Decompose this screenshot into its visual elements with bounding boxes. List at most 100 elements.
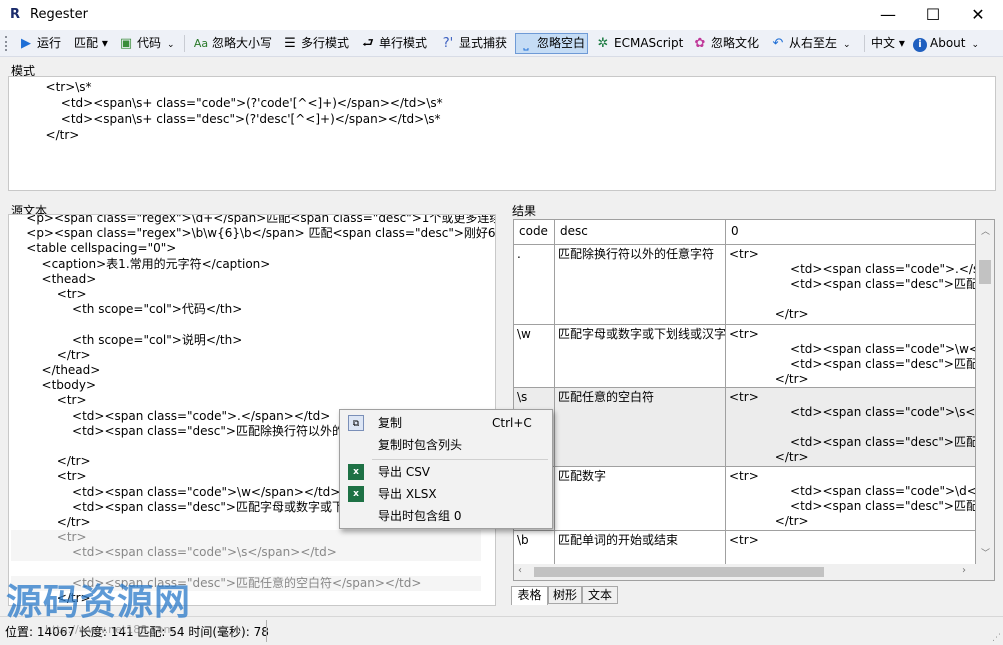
maximize-button[interactable]: ☐ (910, 0, 956, 30)
pattern-line: <td><span\s+ class="code">(?'code'[^<]+)… (15, 96, 443, 110)
match-dropdown[interactable]: 匹配 ▾ (72, 33, 110, 54)
question-icon: ?' (442, 36, 454, 51)
pattern-text: <tr>\s* <td><span\s+ class="code">(?'cod… (15, 80, 443, 171)
window-title: Regester (30, 7, 88, 22)
toolbar: ▶ 运行 匹配 ▾ ▣ 代码 ⌄ Aa 忽略大小写 ☰ 多行模式 ⮐ 单行模式 ?' 显式捕获… (0, 30, 1003, 57)
source-line: <p><span class="regex">\b\w{6}\b</span> … (11, 226, 495, 241)
scroll-thumb[interactable] (979, 260, 991, 284)
cell-match[interactable]: <tr> <td><span class="code">\w</span> <t… (726, 325, 976, 388)
source-line: <th scope="col">代码</th> (11, 302, 243, 317)
source-line: <thead> (11, 271, 97, 286)
source-line: <td><span class="code">\w</span></td> (11, 484, 341, 499)
status-divider (266, 620, 267, 642)
list-icon: ☰ (284, 36, 296, 51)
results-grid[interactable]: code desc 0 . 匹配除换行符以外的任意字符 <tr> <td><sp… (513, 219, 995, 581)
toolbar-grip[interactable] (5, 36, 8, 51)
source-line: </tr> (11, 347, 91, 362)
chevron-down-icon: ⌄ (167, 40, 175, 50)
about-button[interactable]: i About ⌄ (911, 33, 981, 54)
code-button[interactable]: ▣ 代码 ⌄ (116, 33, 177, 54)
ignore-whitespace-button[interactable]: ⎵ 忽略空白 (515, 33, 589, 54)
ecmascript-button[interactable]: ✲ ECMAScript (593, 33, 685, 54)
culture-icon: ✿ (694, 36, 706, 51)
cell-code[interactable]: \w (514, 325, 555, 388)
source-line: <th scope="col">说明</th> (11, 332, 243, 347)
menu-item-copy[interactable]: ⧉ 复制 Ctrl+C (342, 412, 550, 434)
copy-icon: ⧉ (348, 415, 364, 431)
pattern-line: </tr> (15, 128, 80, 142)
menu-item-copy-with-headers[interactable]: 复制时包含列头 (342, 434, 550, 456)
resize-grip-icon[interactable]: ⋰ (992, 633, 1001, 643)
toolbar-separator (184, 35, 185, 52)
cell-desc[interactable]: 匹配任意的空白符 (555, 388, 726, 467)
menu-separator (372, 459, 548, 460)
cell-desc[interactable]: 匹配除换行符以外的任意字符 (555, 245, 726, 325)
menu-item-export-xlsx[interactable]: x 导出 XLSX (342, 483, 550, 505)
minimize-button[interactable]: — (865, 0, 911, 30)
explicit-capture-button[interactable]: ?' 显式捕获 (438, 33, 509, 54)
excel-icon: x (348, 486, 364, 502)
rtl-button[interactable]: ↶ 从右至左 ⌄ (768, 33, 853, 54)
results-horizontal-scrollbar[interactable]: ‹ › (514, 564, 994, 580)
app-logo-icon: R (10, 7, 21, 22)
gear-icon: ✲ (597, 36, 609, 51)
results-vertical-scrollbar[interactable]: ︿ ﹀ (976, 220, 994, 564)
scroll-thumb[interactable] (534, 567, 824, 577)
results-label: 结果 (512, 204, 537, 218)
scroll-right-icon[interactable]: › (962, 565, 966, 576)
column-header-desc[interactable]: desc (555, 220, 726, 245)
run-button[interactable]: ▶ 运行 (16, 33, 63, 54)
scroll-left-icon[interactable]: ‹ (518, 565, 522, 576)
menu-item-export-csv[interactable]: x 导出 CSV (342, 461, 550, 483)
source-line: <p><span class="regex">\d+</span>匹配<span… (11, 214, 495, 225)
source-line: <table cellspacing="0"> (11, 241, 177, 256)
pattern-line: <td><span\s+ class="desc">(?'desc'[^<]+)… (15, 112, 441, 126)
tab-table[interactable]: 表格 (511, 586, 548, 605)
title-bar: R Regester — ☐ ✕ (0, 0, 1003, 30)
watermark: 源码资源网 (6, 582, 192, 623)
cell-match[interactable]: <tr> <td><span class="code">.</span> <td… (726, 245, 976, 325)
ignore-culture-button[interactable]: ✿ 忽略文化 (690, 33, 761, 54)
undo-arrow-icon: ↶ (772, 36, 784, 51)
source-line-highlighted: <td><span class="code">\s</span></td> (11, 545, 481, 561)
chevron-down-icon: ⌄ (843, 40, 851, 50)
watermark-url: http://www.net188.com (45, 623, 175, 636)
source-line: <tr> (11, 287, 87, 301)
play-icon: ▶ (21, 36, 31, 51)
multiline-button[interactable]: ☰ 多行模式 (280, 33, 351, 54)
singleline-button[interactable]: ⮐ 单行模式 (358, 33, 429, 54)
toolbar-separator (864, 35, 865, 52)
cell-desc[interactable]: 匹配字母或数字或下划线或汉字 (555, 325, 726, 388)
code-icon: ▣ (119, 36, 133, 51)
source-line: </tr> (11, 515, 91, 529)
excel-icon: x (348, 464, 364, 480)
source-line: </thead> (11, 363, 101, 377)
close-button[interactable]: ✕ (955, 0, 1001, 30)
panel-splitter[interactable] (499, 200, 507, 610)
context-menu: ⧉ 复制 Ctrl+C 复制时包含列头 x 导出 CSV x 导出 XLSX 导… (339, 409, 553, 529)
pattern-line: <tr>\s* (15, 80, 92, 94)
ignore-case-button[interactable]: Aa 忽略大小写 (191, 33, 274, 54)
language-dropdown[interactable]: 中文 ▾ (869, 33, 907, 54)
source-line: <td><span class="desc">匹配除换行符以外的任 (11, 423, 356, 438)
space-icon: ⎵ (523, 36, 529, 51)
tab-tree[interactable]: 树形 (548, 586, 582, 604)
source-line: </tr> (11, 454, 91, 469)
menu-item-export-group0[interactable]: 导出时包含组 0 (342, 505, 550, 527)
cell-match[interactable]: <tr> <td><span class="code">\s</span> <t… (726, 388, 976, 467)
pattern-editor[interactable]: <tr>\s* <td><span\s+ class="code">(?'cod… (8, 76, 996, 191)
chevron-down-icon: ⌄ (971, 40, 980, 50)
source-line: <td><span class="desc">匹配字母或数字或下划 (11, 499, 356, 514)
column-header-0[interactable]: 0 (726, 220, 976, 245)
column-header-code[interactable]: code (514, 220, 555, 245)
cell-desc[interactable]: 匹配数字 (555, 467, 726, 531)
cell-code[interactable]: . (514, 245, 555, 325)
wrap-icon: ⮐ (362, 36, 374, 51)
scroll-down-icon[interactable]: ﹀ (981, 546, 990, 559)
tab-text[interactable]: 文本 (582, 586, 618, 604)
scroll-up-icon[interactable]: ︿ (981, 224, 990, 237)
cell-match[interactable]: <tr> <td><span class="code">\d</span> <t… (726, 467, 976, 531)
case-icon: Aa (193, 37, 209, 50)
source-line: <td><span class="code">.</span></td> (11, 408, 331, 423)
source-line: <tbody> (11, 378, 97, 393)
